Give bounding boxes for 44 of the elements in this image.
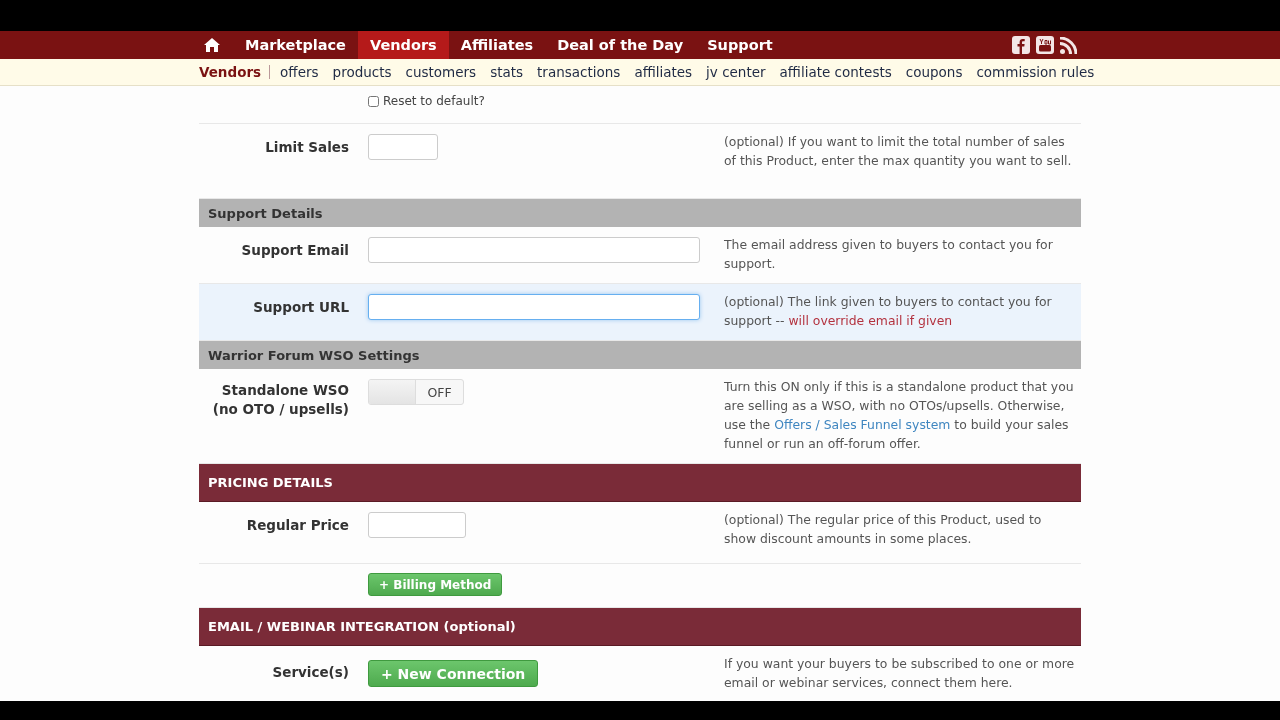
subnav-link[interactable]: affiliate contests bbox=[772, 64, 899, 80]
help-text: (optional) If you want to limit the total number of sales of this Product, enter the max quantity you want to sell. bbox=[724, 133, 1073, 170]
checkbox-label: Reset to default? bbox=[383, 94, 485, 108]
help-text: The email address given to buyers to contact you for support. bbox=[724, 236, 1054, 273]
subnav-link[interactable]: products bbox=[325, 64, 399, 80]
field-label: Support URL bbox=[253, 299, 349, 315]
help-text: Turn this ON only if this is a standalone product that you are selling as a WSO, with no OTOs/upsells. Otherwise, use the Offers / Sales Funnel system to build your sales funnel or run an off-forum offer. bbox=[724, 378, 1075, 453]
home-icon[interactable] bbox=[203, 37, 221, 53]
nav-link[interactable]: Vendors bbox=[357, 31, 449, 59]
field-label: Support Email bbox=[241, 242, 349, 258]
subnav-link[interactable]: affiliates bbox=[627, 64, 700, 80]
nav-link[interactable]: Deal of the Day bbox=[545, 31, 696, 59]
field-label: Service(s) bbox=[272, 664, 349, 680]
nav-link[interactable]: Affiliates bbox=[448, 31, 546, 59]
help-link[interactable]: Offers / Sales Funnel system bbox=[774, 417, 951, 432]
reset-checkbox[interactable] bbox=[368, 95, 379, 107]
subnav-link[interactable]: commission rules bbox=[969, 64, 1102, 80]
help-text: (optional) The link given to buyers to contact you for support -- will override email if given bbox=[724, 293, 1053, 330]
section-header: Support Details bbox=[199, 199, 1081, 227]
toggle-switch[interactable]: OFF bbox=[368, 379, 464, 405]
facebook-icon[interactable] bbox=[1012, 36, 1030, 54]
subnav-link[interactable]: stats bbox=[483, 64, 531, 80]
field-label: Regular Price bbox=[246, 517, 349, 533]
subnav-link[interactable]: transactions bbox=[530, 64, 628, 80]
subnav-link[interactable]: offers bbox=[273, 64, 326, 80]
section-header: EMAIL / WEBINAR INTEGRATION (optional) bbox=[199, 608, 1081, 646]
section-header: Warrior Forum WSO Settings bbox=[199, 341, 1081, 369]
nav-link[interactable]: Support bbox=[695, 31, 785, 59]
subnav-link[interactable]: customers bbox=[398, 64, 484, 80]
subnav-title[interactable]: Vendors bbox=[199, 65, 271, 79]
youtube-icon[interactable] bbox=[1036, 36, 1054, 54]
help-text: If you want your buyers to be subscribed to one or more email or webinar services, connect them here. bbox=[724, 655, 1075, 692]
subnav-link[interactable]: jv center bbox=[699, 64, 773, 80]
rss-icon[interactable] bbox=[1060, 36, 1077, 54]
nav-link[interactable]: Marketplace bbox=[233, 31, 358, 59]
text-field[interactable] bbox=[368, 294, 700, 320]
help-text: (optional) The regular price of this Product, used to show discount amounts in some places. bbox=[724, 511, 1043, 548]
subnav-link[interactable]: coupons bbox=[898, 64, 970, 80]
field-label: Limit Sales bbox=[265, 139, 349, 155]
section-header: PRICING DETAILS bbox=[199, 464, 1081, 502]
text-field[interactable] bbox=[368, 134, 438, 160]
field-label: Standalone WSO (no OTO / upsells) bbox=[212, 382, 349, 417]
text-field[interactable] bbox=[368, 237, 700, 263]
text-field[interactable] bbox=[368, 512, 466, 538]
